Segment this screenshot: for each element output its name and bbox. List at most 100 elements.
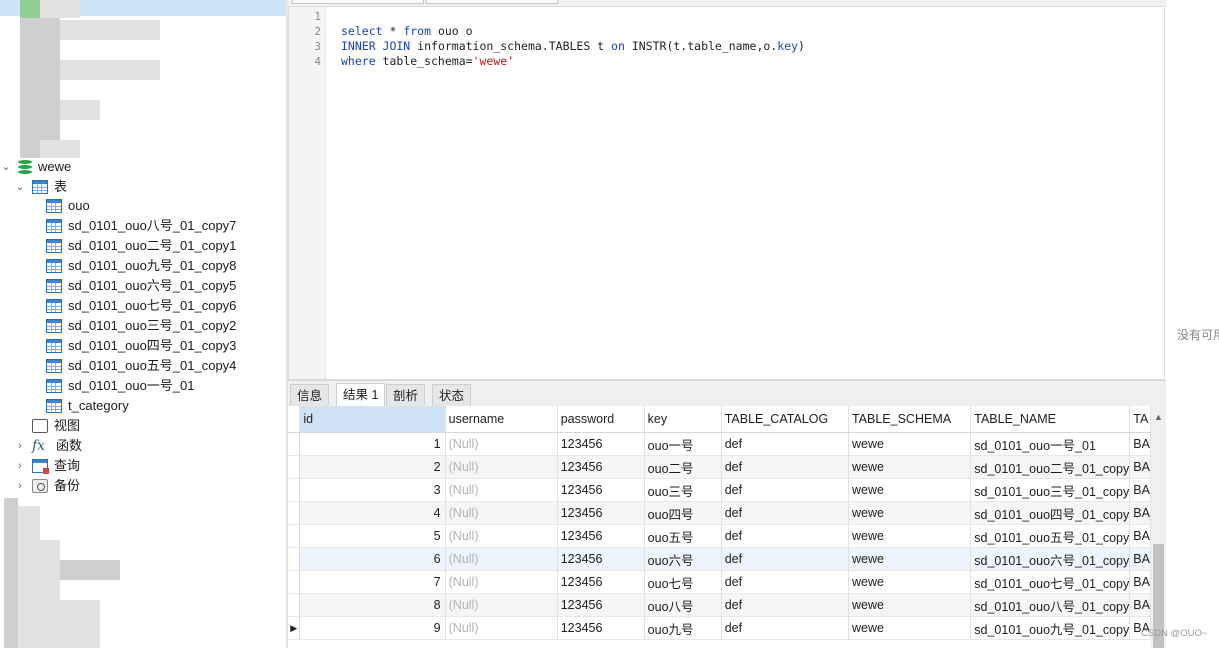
editor-tab[interactable] — [426, 0, 558, 4]
table-cell[interactable]: 123456 — [557, 616, 645, 640]
column-header[interactable]: TA — [1129, 406, 1151, 433]
table-cell[interactable]: wewe — [848, 432, 972, 456]
table-item[interactable]: sd_0101_ouo二号_01_copy1 — [46, 236, 236, 256]
table-row[interactable]: 4 (Null) 123456 ouo四号 def wewe sd_0101_ouo四号_0… — [288, 501, 1151, 525]
table-cell[interactable]: def — [721, 501, 849, 525]
tab-result-1[interactable]: 结果 1 — [336, 383, 386, 407]
tree-node-tables[interactable]: ⌄ 表 — [14, 177, 67, 197]
table-item[interactable]: sd_0101_ouo七号_01_copy6 — [46, 296, 236, 316]
column-header[interactable]: username — [445, 406, 558, 433]
table-cell[interactable]: (Null) — [445, 570, 558, 594]
table-cell[interactable]: BA — [1129, 570, 1151, 594]
table-cell[interactable]: ouo五号 — [644, 524, 722, 548]
table-cell[interactable]: sd_0101_ouo九号_01_copy — [970, 616, 1131, 640]
chevron-down-icon[interactable]: ⌄ — [0, 157, 12, 177]
table-cell[interactable]: ouo七号 — [644, 570, 722, 594]
table-cell[interactable]: 3 — [299, 478, 446, 502]
tree-node-backups[interactable]: › 备份 — [14, 476, 80, 496]
table-cell[interactable]: (Null) — [445, 455, 558, 479]
column-header[interactable]: TABLE_NAME — [970, 406, 1131, 433]
table-cell[interactable]: ouo三号 — [644, 478, 722, 502]
result-grid[interactable]: id username password key TABLE_CATALOG T… — [288, 406, 1151, 648]
table-cell[interactable]: ouo九号 — [644, 616, 722, 640]
table-cell[interactable]: def — [721, 616, 849, 640]
table-row[interactable]: ▶ 9 (Null) 123456 ouo九号 def wewe sd_0101_ouo九号_… — [288, 616, 1151, 640]
table-cell[interactable]: def — [721, 593, 849, 617]
table-cell[interactable]: ouo八号 — [644, 593, 722, 617]
column-header[interactable]: TABLE_CATALOG — [721, 406, 849, 433]
table-row[interactable]: 7 (Null) 123456 ouo七号 def wewe sd_0101_ouo七号_0… — [288, 570, 1151, 594]
table-cell[interactable]: 123456 — [557, 524, 645, 548]
table-cell[interactable]: ouo一号 — [644, 432, 722, 456]
tree-node-database[interactable]: ⌄ wewe — [0, 157, 71, 177]
tree-node-views[interactable]: 视图 — [14, 416, 80, 436]
table-cell[interactable]: wewe — [848, 616, 972, 640]
table-cell[interactable]: def — [721, 432, 849, 456]
table-item[interactable]: sd_0101_ouo四号_01_copy3 — [46, 336, 236, 356]
table-cell[interactable]: def — [721, 455, 849, 479]
table-cell[interactable]: BA — [1129, 432, 1151, 456]
table-cell[interactable]: wewe — [848, 547, 972, 571]
table-item[interactable]: sd_0101_ouo三号_01_copy2 — [46, 316, 236, 336]
scroll-up-icon[interactable]: ▲ — [1151, 410, 1166, 424]
table-cell[interactable]: 123456 — [557, 501, 645, 525]
table-cell[interactable]: (Null) — [445, 616, 558, 640]
table-cell[interactable]: sd_0101_ouo四号_01_copy — [970, 501, 1131, 525]
table-row[interactable]: 5 (Null) 123456 ouo五号 def wewe sd_0101_ouo五号_0… — [288, 524, 1151, 548]
table-cell[interactable]: BA — [1129, 455, 1151, 479]
chevron-right-icon[interactable]: › — [14, 436, 26, 456]
table-cell[interactable]: wewe — [848, 478, 972, 502]
table-cell[interactable]: ouo四号 — [644, 501, 722, 525]
table-row[interactable]: 1 (Null) 123456 ouo一号 def wewe sd_0101_ouo一号_0… — [288, 432, 1151, 456]
row-indicator[interactable] — [288, 478, 301, 502]
table-item[interactable]: t_category — [46, 396, 129, 416]
table-cell[interactable]: sd_0101_ouo八号_01_copy — [970, 593, 1131, 617]
table-cell[interactable]: 4 — [299, 501, 446, 525]
table-row[interactable]: 2 (Null) 123456 ouo二号 def wewe sd_0101_ouo二号_0… — [288, 455, 1151, 479]
code-line[interactable]: where table_schema='wewe' — [341, 54, 514, 69]
table-cell[interactable]: 9 — [299, 616, 446, 640]
row-indicator[interactable] — [288, 432, 301, 456]
table-item[interactable]: sd_0101_ouo八号_01_copy7 — [46, 216, 236, 236]
row-indicator[interactable] — [288, 455, 301, 479]
row-indicator[interactable] — [288, 547, 301, 571]
table-cell[interactable]: wewe — [848, 570, 972, 594]
table-cell[interactable]: 2 — [299, 455, 446, 479]
table-cell[interactable]: (Null) — [445, 478, 558, 502]
tab-profile[interactable]: 剖析 — [386, 384, 426, 406]
table-cell[interactable]: sd_0101_ouo六号_01_copy — [970, 547, 1131, 571]
table-cell[interactable]: (Null) — [445, 524, 558, 548]
table-row[interactable]: 6 (Null) 123456 ouo六号 def wewe sd_0101_ouo六号_0… — [288, 547, 1151, 571]
table-cell[interactable]: 5 — [299, 524, 446, 548]
tab-info[interactable]: 信息 — [290, 384, 330, 406]
chevron-right-icon[interactable]: › — [14, 456, 26, 476]
table-cell[interactable]: def — [721, 570, 849, 594]
column-header[interactable]: TABLE_SCHEMA — [848, 406, 972, 433]
table-cell[interactable]: 123456 — [557, 570, 645, 594]
table-cell[interactable]: sd_0101_ouo一号_01 — [970, 432, 1131, 456]
column-header[interactable]: id — [299, 406, 446, 433]
table-cell[interactable]: 123456 — [557, 432, 645, 456]
column-header[interactable]: password — [557, 406, 645, 433]
table-cell[interactable]: wewe — [848, 501, 972, 525]
table-cell[interactable]: wewe — [848, 593, 972, 617]
table-cell[interactable]: ouo六号 — [644, 547, 722, 571]
table-cell[interactable]: sd_0101_ouo二号_01_copy — [970, 455, 1131, 479]
table-cell[interactable]: (Null) — [445, 547, 558, 571]
table-cell[interactable]: 123456 — [557, 593, 645, 617]
tab-status[interactable]: 状态 — [432, 384, 472, 406]
table-cell[interactable]: BA — [1129, 593, 1151, 617]
table-item[interactable]: sd_0101_ouo九号_01_copy8 — [46, 256, 236, 276]
table-cell[interactable]: def — [721, 547, 849, 571]
table-cell[interactable]: 8 — [299, 593, 446, 617]
table-cell[interactable]: def — [721, 524, 849, 548]
table-cell[interactable]: wewe — [848, 455, 972, 479]
code-line[interactable]: INNER JOIN information_schema.TABLES t o… — [341, 39, 805, 54]
row-indicator[interactable] — [288, 570, 301, 594]
tree-node-queries[interactable]: › 查询 — [14, 456, 80, 476]
table-cell[interactable]: BA — [1129, 547, 1151, 571]
table-item[interactable]: sd_0101_ouo六号_01_copy5 — [46, 276, 236, 296]
table-cell[interactable]: def — [721, 478, 849, 502]
table-row[interactable]: 8 (Null) 123456 ouo八号 def wewe sd_0101_ouo八号_0… — [288, 593, 1151, 617]
table-item[interactable]: sd_0101_ouo一号_01 — [46, 376, 195, 396]
